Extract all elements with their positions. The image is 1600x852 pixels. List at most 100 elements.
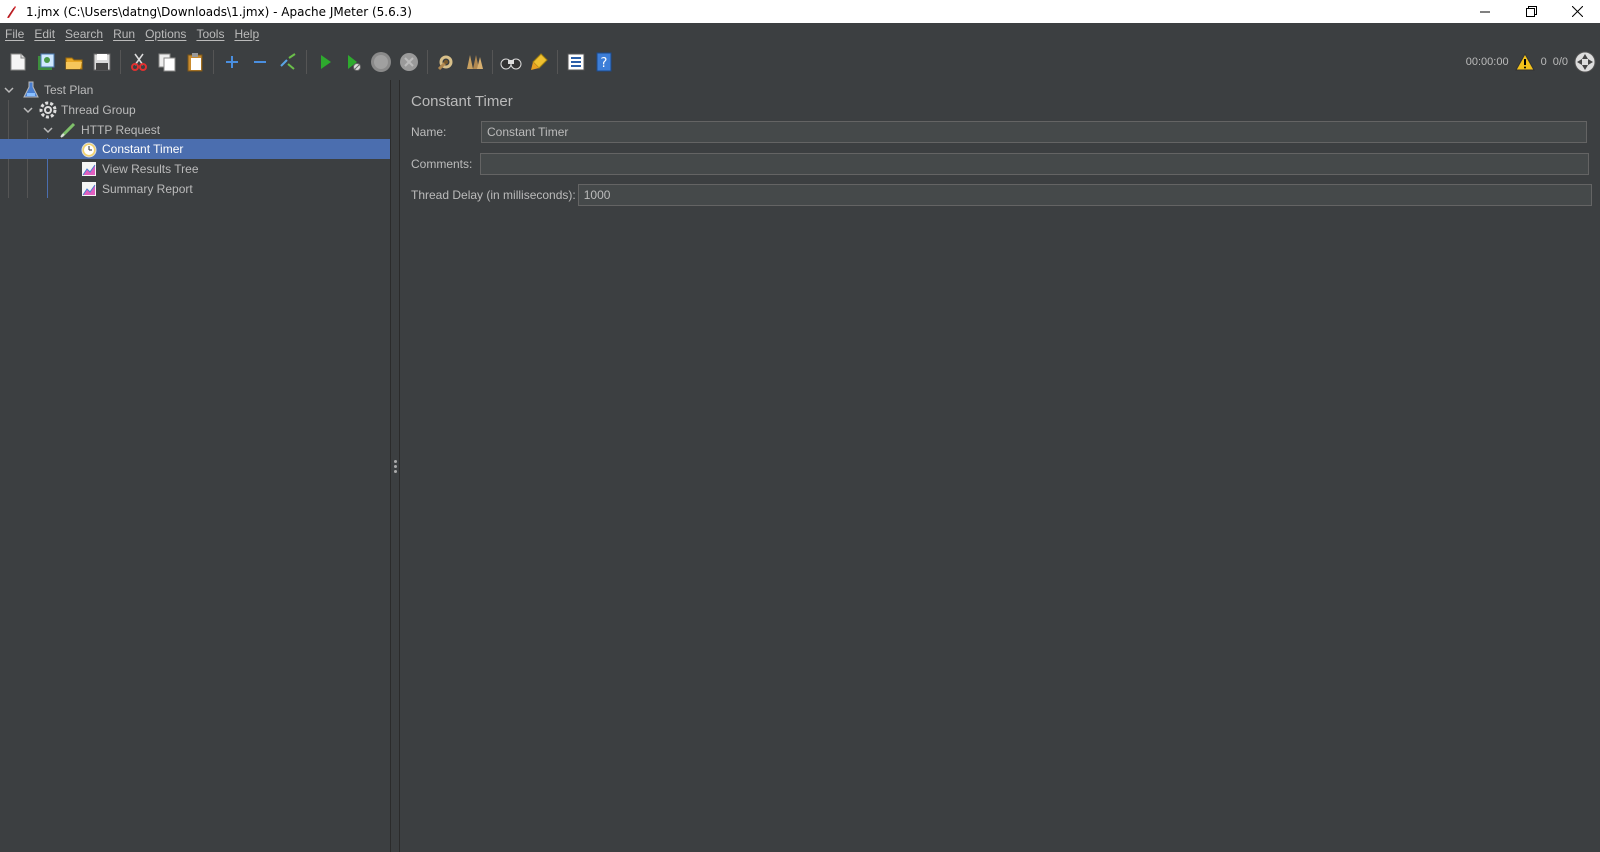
thread-delay-row: Thread Delay (in milliseconds): (411, 184, 1592, 206)
menu-search[interactable]: Search (60, 27, 108, 41)
restore-icon (1525, 6, 1537, 17)
copy-icon (158, 53, 176, 72)
warning-icon[interactable] (1514, 53, 1535, 71)
minimize-button[interactable] (1462, 0, 1508, 23)
cut-button[interactable] (126, 49, 152, 75)
clear-all-button[interactable] (461, 49, 487, 75)
tree-item-constant-timer[interactable]: Constant Timer (0, 139, 390, 159)
title-bar: 1.jmx (C:\Users\datng\Downloads\1.jmx) -… (0, 0, 1600, 24)
comments-row: Comments: (411, 153, 1589, 175)
flask-icon (22, 81, 40, 99)
save-button[interactable] (89, 49, 115, 75)
start-no-pauses-button[interactable] (340, 49, 366, 75)
expand-icon (226, 56, 238, 68)
function-helper-icon (567, 53, 585, 71)
open-icon (65, 57, 83, 70)
status-area: 00:00:00 0 0/0 (1466, 44, 1596, 80)
toolbar: ? 00:00:00 0 0/0 (0, 44, 1600, 80)
menu-tools[interactable]: Tools (191, 27, 229, 41)
toolbar-separator (120, 50, 121, 74)
open-button[interactable] (61, 49, 87, 75)
copy-button[interactable] (154, 49, 180, 75)
tree-item-http-request[interactable]: HTTP Request (0, 120, 390, 140)
menu-options[interactable]: Options (140, 27, 191, 41)
shutdown-icon (400, 53, 418, 71)
clear-icon (437, 55, 453, 71)
templates-icon (38, 53, 55, 70)
stopwatch-icon (80, 140, 98, 158)
start-no-pauses-icon (348, 55, 361, 71)
window-title: 1.jmx (C:\Users\datng\Downloads\1.jmx) -… (26, 4, 412, 19)
help-icon: ? (596, 52, 612, 72)
toolbar-separator (557, 50, 558, 74)
paste-button[interactable] (182, 49, 208, 75)
restore-button[interactable] (1508, 0, 1554, 23)
tree-item-thread-group[interactable]: Thread Group (0, 100, 390, 120)
expand-all-button[interactable] (219, 49, 245, 75)
shutdown-button[interactable] (396, 49, 422, 75)
minimize-icon (1480, 11, 1490, 12)
close-icon (1571, 6, 1583, 17)
remote-status-icon (1574, 51, 1596, 73)
tree-item-label: Constant Timer (102, 142, 184, 156)
tree-item-label: Summary Report (102, 182, 193, 196)
chevron-down-icon[interactable] (3, 84, 15, 96)
test-plan-tree: Test Plan Thread Group HTTP Request Cons… (0, 80, 390, 852)
menu-file[interactable]: File (0, 27, 29, 41)
element-editor-panel: Constant Timer Name: Comments: Thread De… (400, 80, 1600, 852)
help-button[interactable]: ? (591, 49, 617, 75)
jmeter-feather-icon (7, 5, 16, 18)
collapse-all-button[interactable] (247, 49, 273, 75)
cut-icon (131, 53, 147, 71)
toggle-icon (280, 53, 296, 70)
thread-delay-label: Thread Delay (in milliseconds): (411, 188, 576, 202)
function-helper-button[interactable] (563, 49, 589, 75)
toolbar-separator (213, 50, 214, 74)
tree-item-test-plan[interactable]: Test Plan (0, 80, 390, 100)
pipette-icon (59, 121, 77, 139)
active-threads: 0/0 (1552, 56, 1568, 68)
toolbar-separator (492, 50, 493, 74)
clear-button[interactable] (433, 49, 459, 75)
comments-label: Comments: (411, 157, 473, 171)
toggle-button[interactable] (275, 49, 301, 75)
menu-edit[interactable]: Edit (29, 27, 60, 41)
paste-icon (187, 53, 203, 72)
tree-item-label: Thread Group (61, 103, 136, 117)
reset-search-button[interactable] (526, 49, 552, 75)
tree-item-view-results-tree[interactable]: View Results Tree (0, 159, 390, 179)
close-button[interactable] (1554, 0, 1600, 23)
tree-item-label: Test Plan (44, 83, 94, 97)
stop-icon (371, 52, 391, 72)
elapsed-timer: 00:00:00 (1465, 56, 1509, 68)
tree-item-label: HTTP Request (81, 123, 161, 137)
gear-icon (39, 101, 57, 119)
name-field[interactable] (481, 121, 1587, 143)
menu-bar: File Edit Search Run Options Tools Help (0, 23, 1600, 44)
menu-run[interactable]: Run (108, 27, 140, 41)
tree-item-summary-report[interactable]: Summary Report (0, 179, 390, 199)
stop-button[interactable] (368, 49, 394, 75)
search-icon (500, 58, 522, 70)
menu-help[interactable]: Help (229, 27, 264, 41)
clear-all-icon (467, 55, 483, 69)
new-icon (10, 53, 26, 71)
name-label: Name: (411, 125, 447, 139)
search-button[interactable] (498, 49, 524, 75)
chevron-down-icon[interactable] (22, 104, 34, 116)
thread-delay-field[interactable] (577, 184, 1592, 206)
toolbar-separator (306, 50, 307, 74)
new-button[interactable] (5, 49, 31, 75)
chart-icon (80, 160, 98, 178)
comments-field[interactable] (480, 153, 1589, 175)
chevron-down-icon[interactable] (42, 124, 54, 136)
svg-text:?: ? (601, 56, 608, 71)
tree-item-label: View Results Tree (102, 162, 199, 176)
panel-title: Constant Timer (411, 93, 513, 110)
collapse-icon (254, 61, 266, 63)
start-button[interactable] (312, 49, 338, 75)
start-icon (321, 55, 331, 69)
split-pane-divider[interactable] (390, 80, 400, 852)
toolbar-separator (427, 50, 428, 74)
templates-button[interactable] (33, 49, 59, 75)
